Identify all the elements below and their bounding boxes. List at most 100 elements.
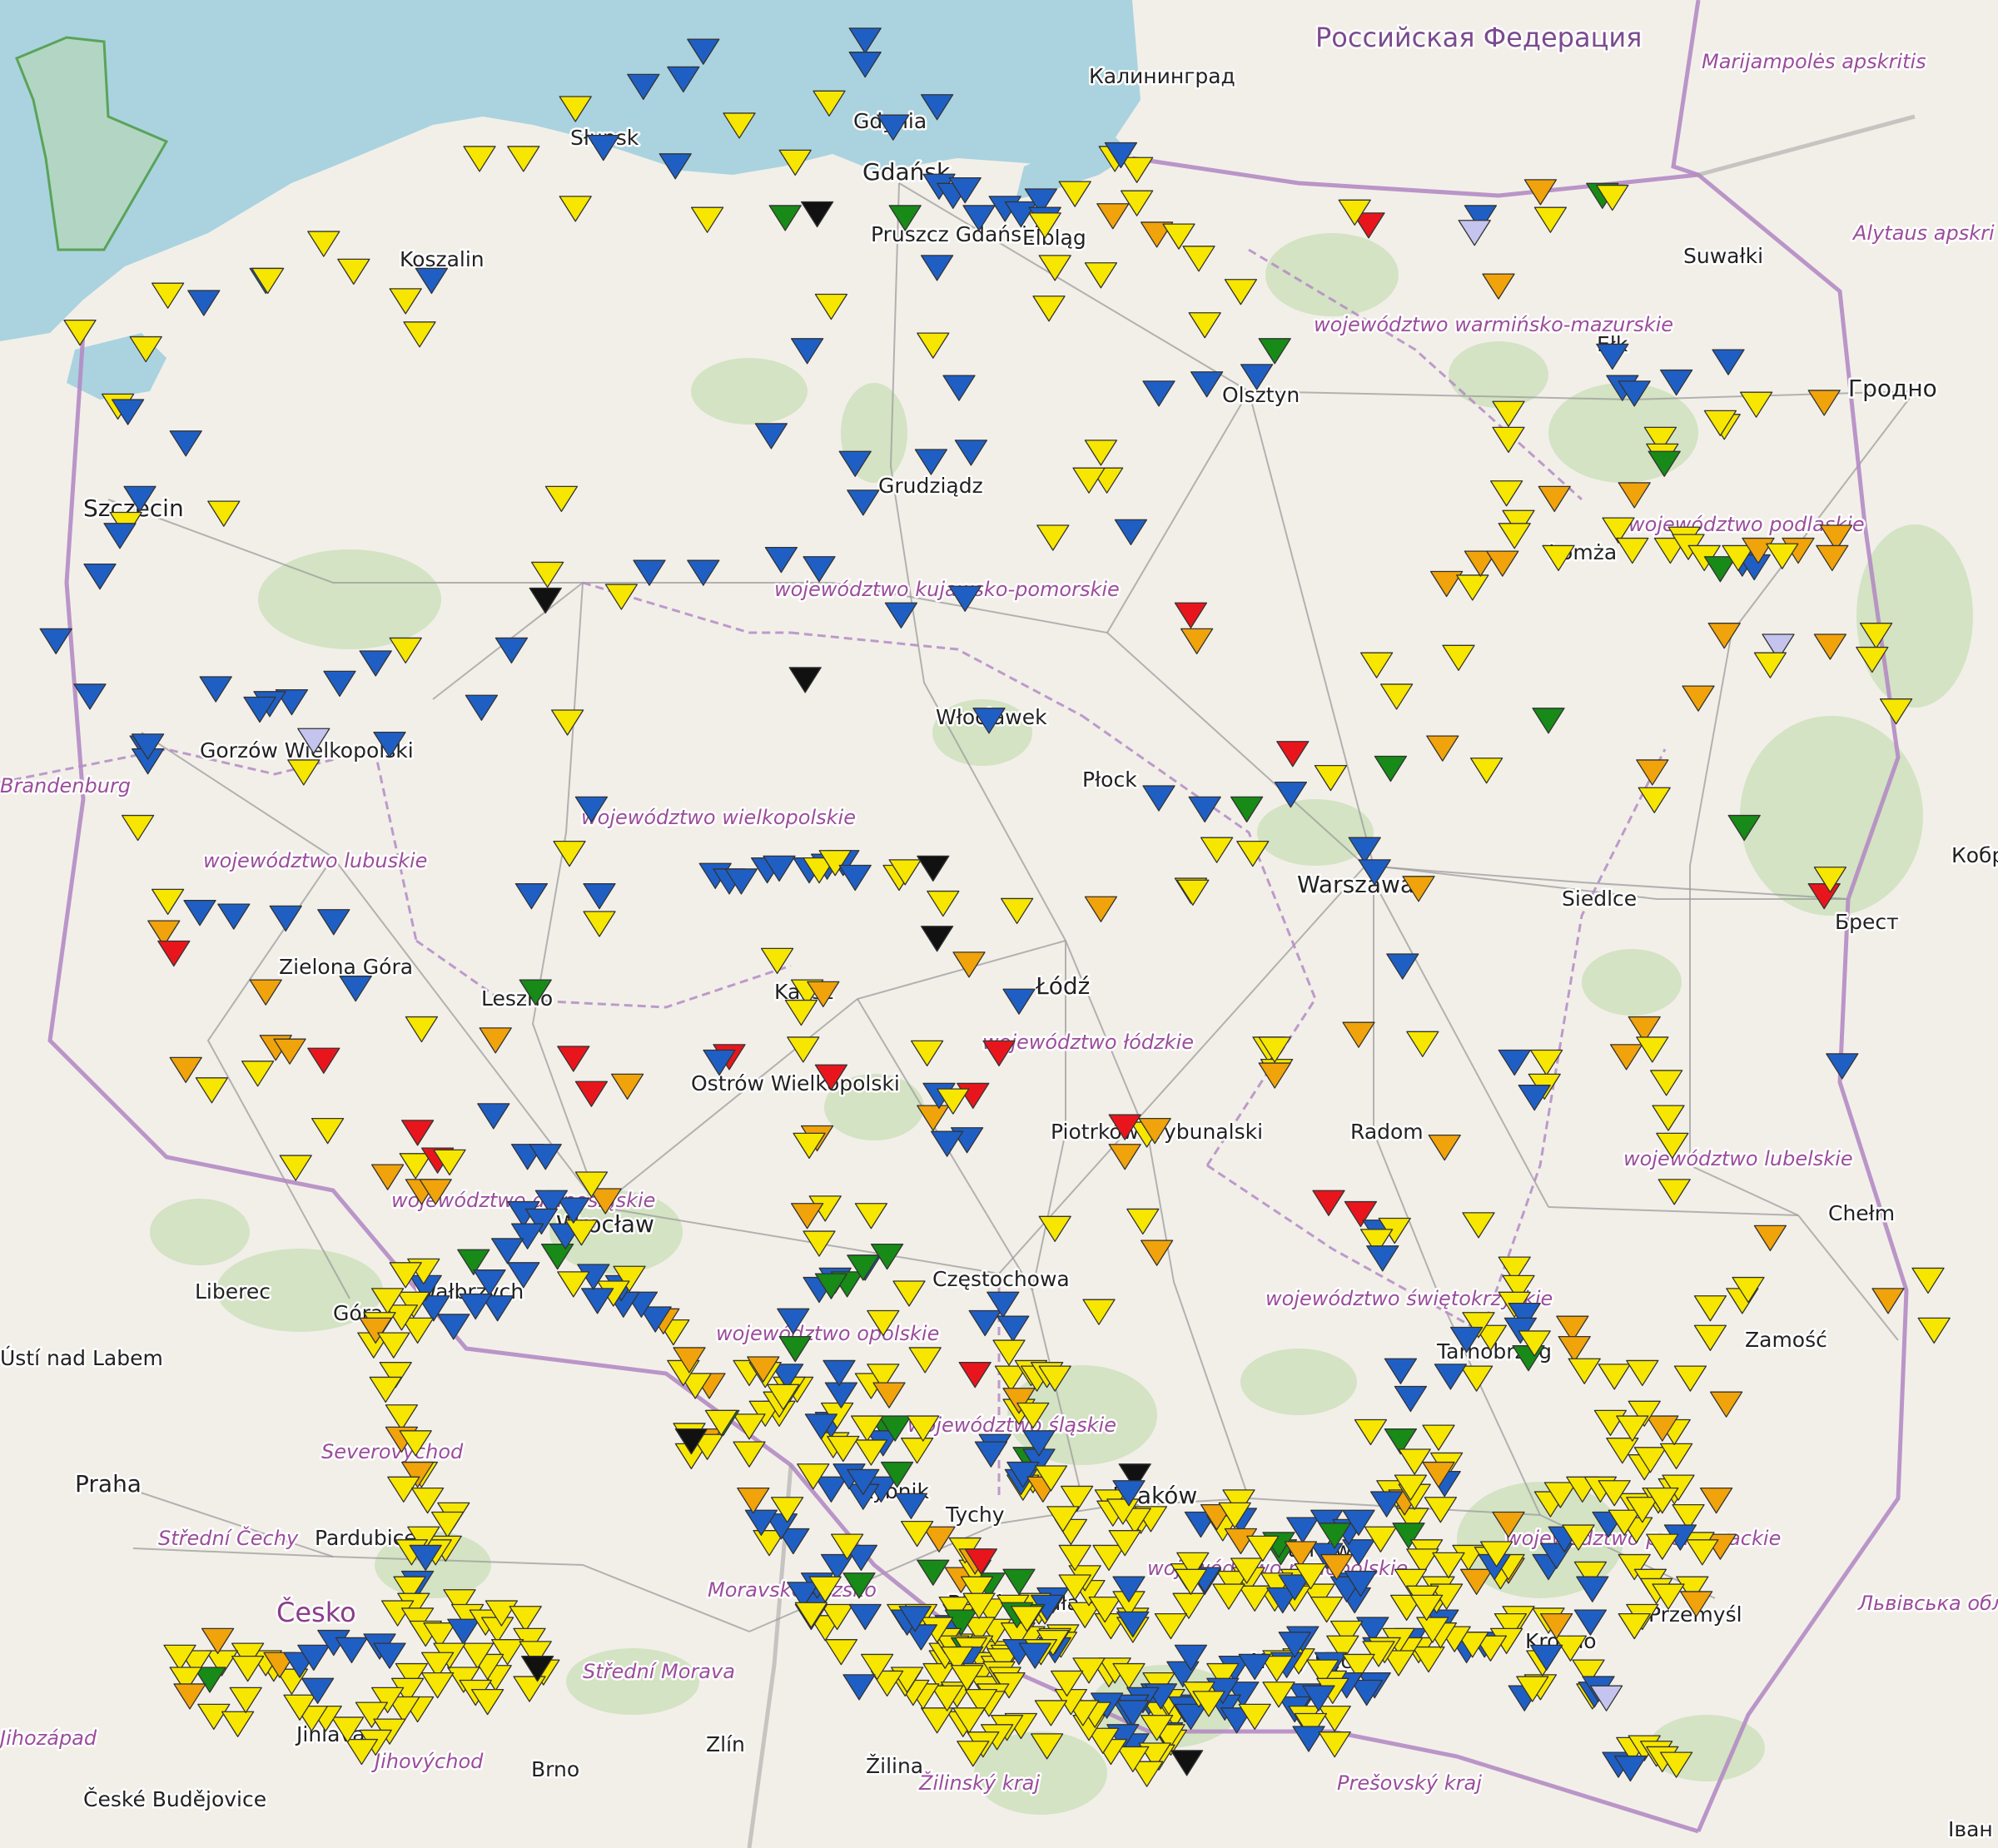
station-marker[interactable] xyxy=(345,1738,379,1766)
station-marker[interactable] xyxy=(1384,1358,1418,1384)
station-marker[interactable] xyxy=(842,1674,876,1701)
station-marker[interactable] xyxy=(385,1404,419,1431)
station-marker[interactable] xyxy=(737,1487,770,1514)
station-marker[interactable] xyxy=(800,201,834,228)
station-marker[interactable] xyxy=(1292,1726,1325,1752)
station-marker[interactable] xyxy=(659,153,692,180)
station-marker[interactable] xyxy=(1532,708,1565,734)
station-marker[interactable] xyxy=(1638,787,1671,813)
station-marker[interactable] xyxy=(1492,400,1525,427)
station-marker[interactable] xyxy=(221,1711,255,1737)
station-marker[interactable] xyxy=(803,1230,836,1257)
station-marker[interactable] xyxy=(1673,1365,1707,1392)
station-marker[interactable] xyxy=(1529,1049,1563,1076)
station-marker[interactable] xyxy=(1492,1511,1525,1538)
station-marker[interactable] xyxy=(1596,343,1629,370)
station-marker[interactable] xyxy=(473,1269,506,1296)
station-marker[interactable] xyxy=(249,979,282,1006)
station-marker[interactable] xyxy=(1258,1062,1291,1089)
station-marker[interactable] xyxy=(1286,1517,1320,1543)
station-marker[interactable] xyxy=(1626,1359,1659,1387)
station-marker[interactable] xyxy=(507,1262,540,1289)
station-marker[interactable] xyxy=(430,1511,465,1538)
station-marker[interactable] xyxy=(39,628,72,654)
station-marker[interactable] xyxy=(1826,1053,1859,1080)
station-marker[interactable] xyxy=(777,1308,810,1334)
station-marker[interactable] xyxy=(1314,764,1348,792)
station-marker[interactable] xyxy=(1456,574,1489,601)
station-marker[interactable] xyxy=(787,1036,820,1063)
station-marker[interactable] xyxy=(1002,1568,1036,1595)
station-marker[interactable] xyxy=(1084,440,1118,466)
station-marker[interactable] xyxy=(1879,698,1913,725)
station-marker[interactable] xyxy=(1618,1612,1651,1640)
station-marker[interactable] xyxy=(1358,859,1391,886)
station-marker[interactable] xyxy=(1318,1731,1351,1758)
station-marker[interactable] xyxy=(1426,735,1459,762)
station-marker[interactable] xyxy=(1428,1134,1461,1161)
station-marker[interactable] xyxy=(1190,371,1224,398)
station-marker[interactable] xyxy=(507,146,540,172)
station-marker[interactable] xyxy=(1354,1418,1388,1446)
station-marker[interactable] xyxy=(1911,1267,1945,1294)
station-marker[interactable] xyxy=(465,694,499,721)
station-marker[interactable] xyxy=(1679,1591,1713,1617)
station-marker[interactable] xyxy=(1406,1031,1439,1057)
station-marker[interactable] xyxy=(958,1362,992,1388)
station-marker[interactable] xyxy=(509,1606,542,1632)
station-marker[interactable] xyxy=(1558,1335,1591,1363)
station-marker[interactable] xyxy=(183,900,216,926)
station-marker[interactable] xyxy=(389,288,422,315)
station-marker[interactable] xyxy=(968,1309,1001,1337)
station-marker[interactable] xyxy=(778,1335,812,1363)
station-marker[interactable] xyxy=(1374,755,1408,782)
station-marker[interactable] xyxy=(1238,1585,1271,1612)
station-marker[interactable] xyxy=(848,52,882,78)
station-marker[interactable] xyxy=(1212,1583,1245,1610)
station-marker[interactable] xyxy=(1114,519,1148,546)
station-marker[interactable] xyxy=(917,1559,950,1586)
station-marker[interactable] xyxy=(1712,349,1745,375)
station-marker[interactable] xyxy=(557,1046,590,1072)
station-marker[interactable] xyxy=(1707,623,1741,649)
station-marker[interactable] xyxy=(331,1716,365,1743)
station-marker[interactable] xyxy=(1648,450,1681,477)
station-marker[interactable] xyxy=(778,149,812,176)
station-marker[interactable] xyxy=(917,855,950,882)
station-marker[interactable] xyxy=(942,375,976,401)
station-marker[interactable] xyxy=(513,1676,546,1702)
station-marker[interactable] xyxy=(687,559,720,586)
station-marker[interactable] xyxy=(490,1238,524,1264)
station-marker[interactable] xyxy=(723,112,756,139)
station-marker[interactable] xyxy=(1693,1295,1727,1322)
station-marker[interactable] xyxy=(1434,1364,1468,1390)
station-marker[interactable] xyxy=(1656,1132,1689,1160)
station-marker[interactable] xyxy=(317,909,350,936)
station-marker[interactable] xyxy=(952,951,986,978)
station-marker[interactable] xyxy=(580,1288,614,1314)
station-marker[interactable] xyxy=(369,1376,402,1403)
station-marker[interactable] xyxy=(1459,1568,1494,1595)
station-marker[interactable] xyxy=(297,728,331,754)
station-marker[interactable] xyxy=(920,94,954,121)
station-marker[interactable] xyxy=(129,335,162,363)
station-marker[interactable] xyxy=(514,883,549,910)
station-marker[interactable] xyxy=(888,205,922,231)
station-marker[interactable] xyxy=(559,196,592,222)
station-marker[interactable] xyxy=(169,430,202,457)
station-marker[interactable] xyxy=(1126,1208,1160,1235)
station-marker[interactable] xyxy=(1028,212,1061,239)
station-marker[interactable] xyxy=(1310,1596,1344,1623)
station-marker[interactable] xyxy=(760,947,794,975)
station-marker[interactable] xyxy=(335,1637,369,1664)
station-marker[interactable] xyxy=(400,1120,435,1146)
station-marker[interactable] xyxy=(814,1476,848,1503)
station-marker[interactable] xyxy=(1200,837,1234,863)
station-marker[interactable] xyxy=(1108,1144,1141,1170)
station-marker[interactable] xyxy=(610,1073,644,1100)
station-marker[interactable] xyxy=(900,1438,934,1464)
station-marker[interactable] xyxy=(848,1603,882,1631)
station-marker[interactable] xyxy=(1498,1049,1531,1076)
station-marker[interactable] xyxy=(1422,1424,1455,1451)
map-canvas[interactable]: Калининград Słupsk Gdynia Gdańsk Pruszcz… xyxy=(0,0,1998,1848)
